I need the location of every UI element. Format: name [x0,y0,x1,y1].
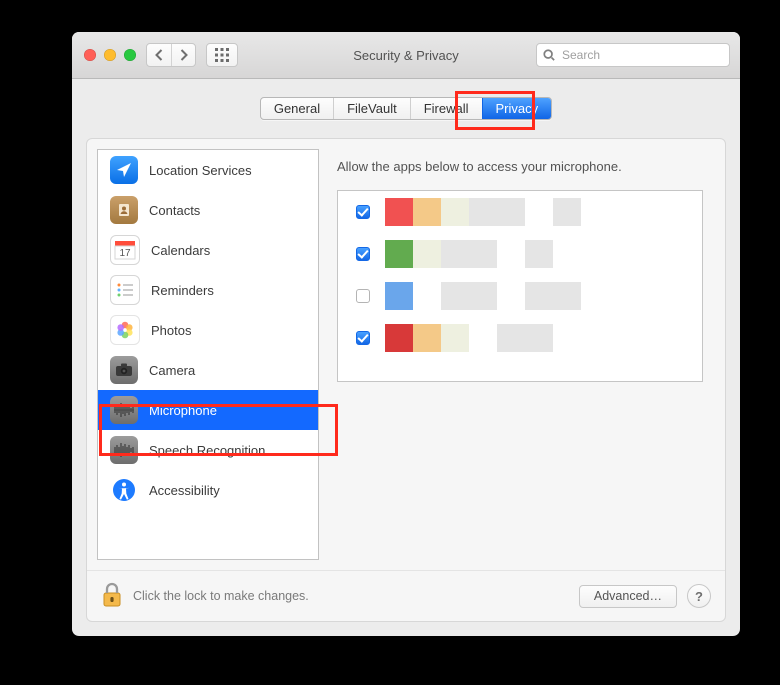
sidebar-item-microphone[interactable]: Microphone [98,390,318,430]
sidebar-item-label: Accessibility [149,483,220,498]
camera-icon [110,356,138,384]
location-icon [110,156,138,184]
app-permission-checkbox[interactable] [356,247,370,261]
search-field[interactable] [536,43,730,67]
app-permission-list[interactable] [337,190,703,382]
tab-bar: General FileVault Firewall Privacy [72,97,740,120]
sidebar-item-contacts[interactable]: Contacts [98,190,318,230]
photos-icon [110,315,140,345]
sidebar-item-label: Microphone [149,403,217,418]
close-window-button[interactable] [84,49,96,61]
speech-icon [110,436,138,464]
accessibility-icon [110,476,138,504]
search-icon [543,49,555,61]
tab-filevault[interactable]: FileVault [333,98,410,119]
privacy-category-list[interactable]: Location Services Contacts 17 Calendars [97,149,319,560]
sidebar-item-location[interactable]: Location Services [98,150,318,190]
chevron-left-icon [155,49,164,61]
microphone-icon [110,396,138,424]
content: General FileVault Firewall Privacy Locat… [72,79,740,636]
app-row-redacted [385,282,581,310]
help-button[interactable]: ? [687,584,711,608]
sidebar-item-accessibility[interactable]: Accessibility [98,470,318,510]
search-input[interactable] [560,47,723,63]
app-row[interactable] [338,275,702,317]
sidebar-item-reminders[interactable]: Reminders [98,270,318,310]
app-row[interactable] [338,233,702,275]
sidebar-item-label: Contacts [149,203,200,218]
sidebar-item-label: Speech Recognition [149,443,265,458]
svg-text:17: 17 [119,248,131,259]
back-button[interactable] [147,44,171,66]
panel-footer: Click the lock to make changes. Advanced… [87,570,725,621]
app-row-redacted [385,324,581,352]
app-permission-checkbox[interactable] [356,289,370,303]
show-all-button[interactable] [206,43,238,67]
app-row[interactable] [338,191,702,233]
preferences-window: Security & Privacy General FileVault Fir… [72,32,740,636]
tab-privacy[interactable]: Privacy [482,98,552,119]
app-row-redacted [385,198,581,226]
contacts-icon [110,196,138,224]
advanced-button[interactable]: Advanced… [579,585,677,608]
tab-general[interactable]: General [261,98,333,119]
calendar-icon: 17 [110,235,140,265]
app-permission-checkbox[interactable] [356,331,370,345]
lock-button[interactable] [101,582,123,611]
lock-text: Click the lock to make changes. [133,589,309,603]
nav-buttons [146,43,196,67]
traffic-lights [84,49,136,61]
app-row-redacted [385,240,581,268]
reminders-icon [110,275,140,305]
tab-segmented-control: General FileVault Firewall Privacy [260,97,552,120]
sidebar-item-label: Camera [149,363,195,378]
tab-firewall[interactable]: Firewall [410,98,482,119]
sidebar-item-label: Reminders [151,283,214,298]
sidebar-item-photos[interactable]: Photos [98,310,318,350]
sidebar-item-label: Calendars [151,243,210,258]
zoom-window-button[interactable] [124,49,136,61]
grid-icon [215,48,229,62]
sidebar-item-speech[interactable]: Speech Recognition [98,430,318,470]
sidebar-item-label: Photos [151,323,191,338]
chevron-right-icon [179,49,188,61]
sidebar-item-calendars[interactable]: 17 Calendars [98,230,318,270]
titlebar: Security & Privacy [72,32,740,79]
sidebar-item-label: Location Services [149,163,252,178]
app-permission-checkbox[interactable] [356,205,370,219]
sidebar-item-camera[interactable]: Camera [98,350,318,390]
privacy-panel: Location Services Contacts 17 Calendars [86,138,726,622]
forward-button[interactable] [171,44,195,66]
right-pane: Allow the apps below to access your micr… [319,139,725,570]
pane-description: Allow the apps below to access your micr… [337,159,703,174]
minimize-window-button[interactable] [104,49,116,61]
app-row[interactable] [338,317,702,359]
